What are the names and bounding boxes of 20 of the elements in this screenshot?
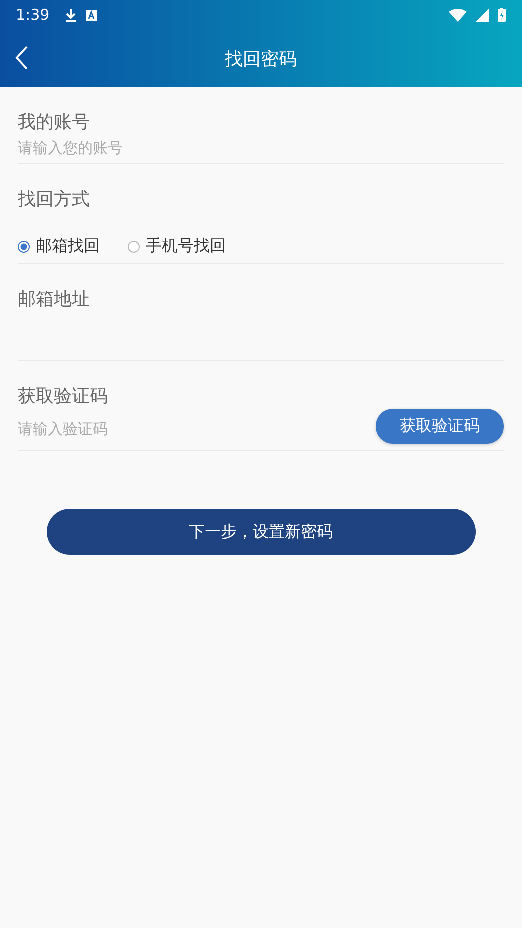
field-label: 找回方式 <box>18 188 91 212</box>
radio-button[interactable] <box>18 240 30 252</box>
next-button[interactable]: 下一步，设置新密码 <box>46 509 476 555</box>
battery-icon <box>498 8 506 22</box>
code-field[interactable]: 请输入验证码 <box>18 416 376 444</box>
download-icon <box>64 8 77 22</box>
wifi-icon <box>449 8 467 22</box>
radio-label[interactable]: 手机号找回 <box>146 236 226 257</box>
get-code-button[interactable]: 获取验证码 <box>376 409 504 444</box>
app-notification-icon <box>86 10 97 20</box>
page-title: 找回密码 <box>225 48 297 70</box>
radio-button[interactable] <box>128 240 140 252</box>
account-field[interactable]: 请输入您的账号 <box>18 135 504 163</box>
radio-label[interactable]: 邮箱找回 <box>36 236 100 257</box>
field-label: 获取验证码 <box>18 385 109 409</box>
back-icon[interactable] <box>15 46 29 70</box>
field-label: 我的账号 <box>18 111 91 135</box>
field-label: 邮箱地址 <box>18 288 91 312</box>
signal-icon <box>476 8 489 22</box>
status-time: 1:39 <box>16 6 50 24</box>
